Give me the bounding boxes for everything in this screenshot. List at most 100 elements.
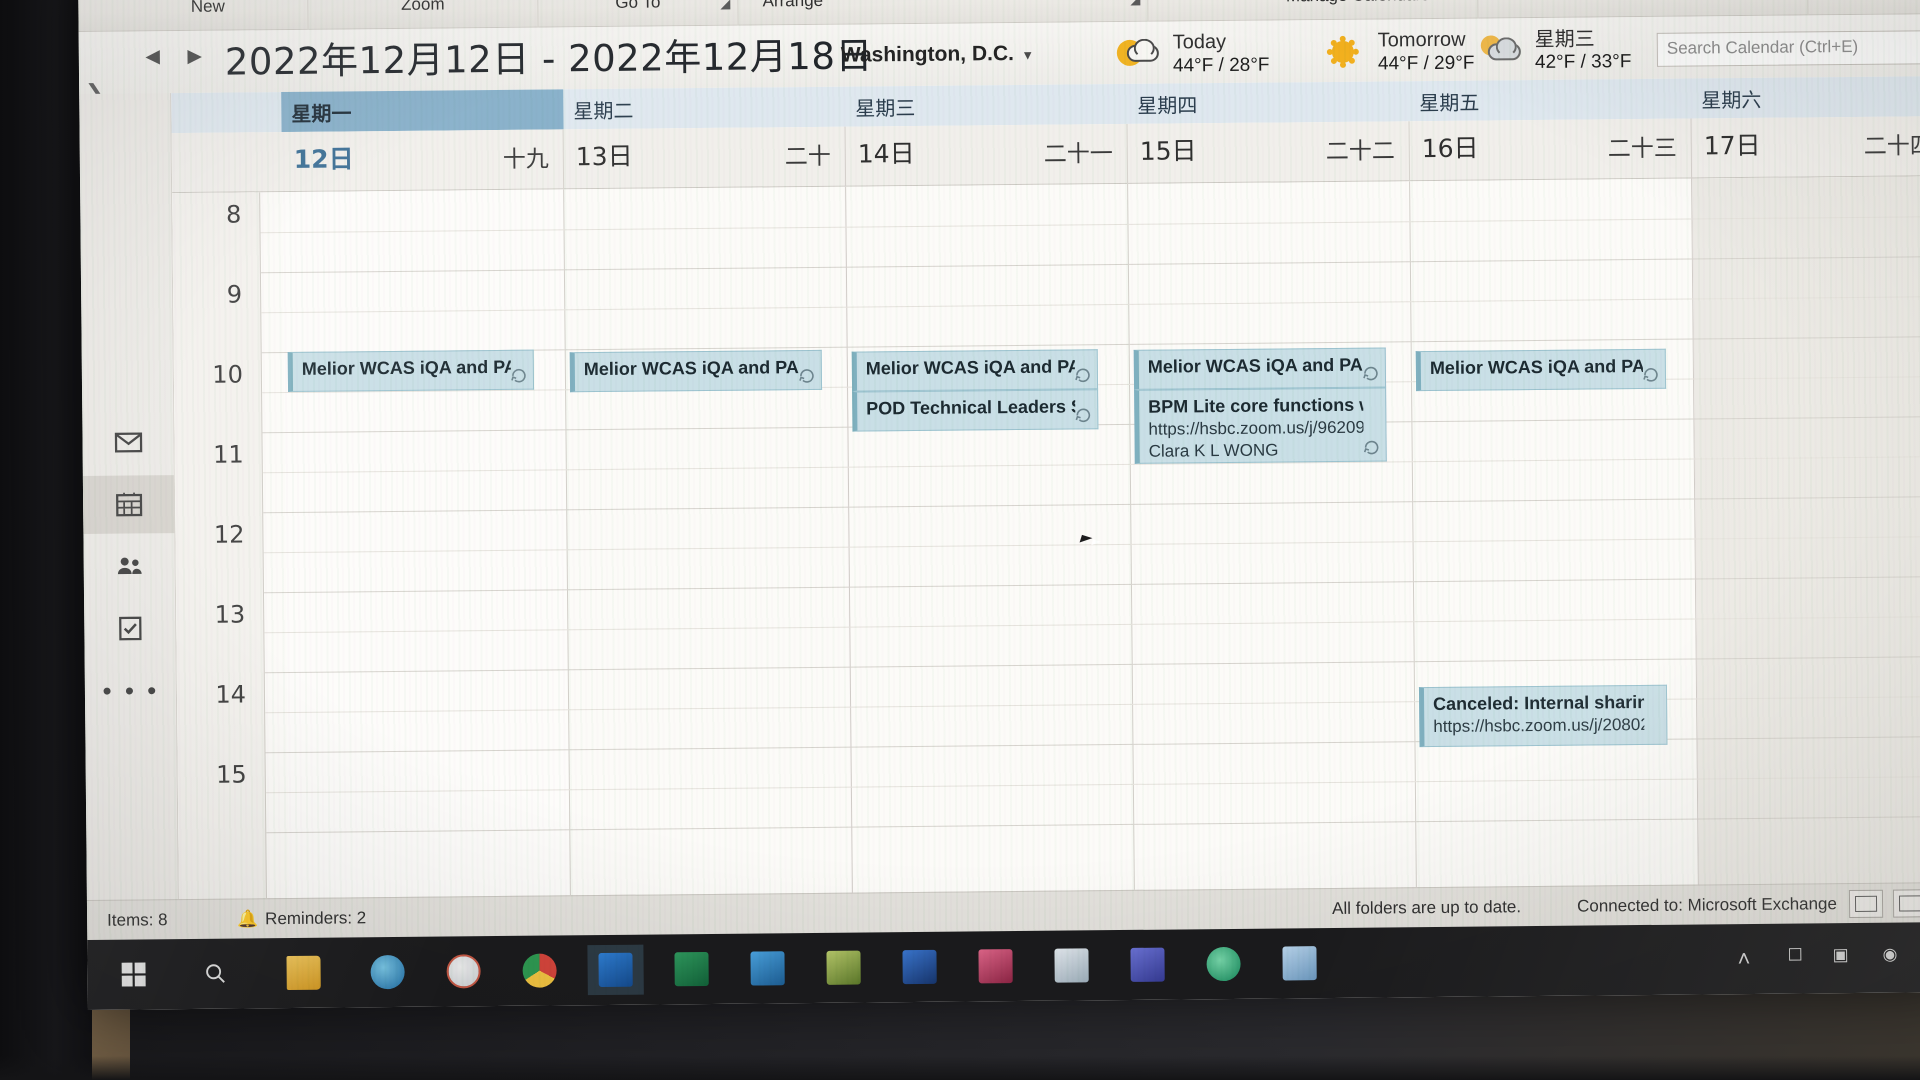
tray-volume-icon[interactable]: ◉: [1882, 945, 1897, 965]
ribbon-group-manage-calendars[interactable]: Calendar ▾ Groups ▾ Manage Calendars: [1237, 0, 1479, 21]
appointment-fri-melior[interactable]: Melior WCAS iQA and PAI: [1415, 348, 1667, 392]
recurring-icon: [1074, 406, 1092, 424]
recurring-icon: [1642, 366, 1660, 384]
sidebar-item-more[interactable]: • • •: [85, 661, 178, 720]
taskbar-app-book[interactable]: [1043, 940, 1099, 991]
weekday-label: 星期六: [1701, 87, 1762, 113]
sidebar-item-tasks[interactable]: [84, 599, 177, 658]
taskbar-app-vs-code[interactable]: [739, 943, 795, 994]
date-header-fri[interactable]: 16日 二十三: [1409, 118, 1693, 182]
appointment-wed-melior[interactable]: Melior WCAS iQA and PAI: [851, 349, 1099, 392]
tray-expand-icon[interactable]: ˄: [1737, 946, 1750, 972]
taskbar-app-messenger[interactable]: [359, 947, 415, 998]
windows-icon: [121, 962, 146, 987]
date-header-mon[interactable]: 12日 十九: [281, 129, 565, 193]
weekday-header-thu[interactable]: 星期四: [1127, 81, 1409, 124]
previous-week-button[interactable]: ◄: [141, 43, 165, 71]
start-button[interactable]: [105, 949, 161, 1000]
reading-view-button[interactable]: [1892, 889, 1920, 918]
taskbar-app-onedrive[interactable]: [1195, 939, 1251, 990]
appointment-tue-melior[interactable]: Melior WCAS iQA and PAI: [569, 349, 823, 393]
lunar-date: 二十二: [1325, 138, 1395, 166]
ribbon-group-zoom-label: Zoom: [401, 0, 445, 14]
time-grid[interactable]: 8 9 10 11 12 13 14 15 Melior WCAS iQA an…: [172, 176, 1920, 900]
taskbar-app-chrome[interactable]: [511, 945, 567, 996]
appointment-mon-melior[interactable]: Melior WCAS iQA and PA: [287, 349, 535, 393]
taskbar-app-outlook[interactable]: [587, 944, 644, 996]
taskbar-app-photos[interactable]: [1271, 938, 1327, 989]
weather-day3[interactable]: 星期三 42°F / 33°F: [1479, 25, 1632, 76]
weekday-header-mon[interactable]: 星期一: [281, 89, 564, 133]
search-icon: [206, 964, 225, 983]
taskbar-app-teams[interactable]: [1119, 940, 1175, 991]
ribbon-group-zoom[interactable]: Zoom: [307, 0, 539, 30]
date-range-title: 2022年12月12日 - 2022年12月18日: [224, 34, 874, 84]
screen-content: New Zoom Days Go To ◢ Week Arrange ◢ Vie…: [78, 0, 1920, 1010]
weather-tomorrow-day: Tomorrow: [1377, 28, 1466, 52]
tray-monitor-icon[interactable]: ▣: [1832, 945, 1848, 965]
appointment-title: Melior WCAS iQA and PAI: [1147, 354, 1363, 377]
weather-today[interactable]: Today 44°F / 28°F: [1116, 29, 1270, 80]
recurring-icon: [1074, 366, 1092, 384]
calendar-icon: [116, 492, 143, 517]
moon-cloud-icon: [1116, 33, 1163, 77]
partly-cloudy-icon: [1479, 29, 1525, 73]
module-rail: • • •: [79, 93, 179, 900]
sidebar-item-mail[interactable]: [82, 413, 175, 472]
taskbar-app-word[interactable]: [891, 942, 947, 993]
appointment-wed-pod[interactable]: POD Technical Leaders Sh: [852, 389, 1099, 432]
appointment-thu-bpm[interactable]: BPM Lite core functions wor https://hsbc…: [1134, 387, 1387, 464]
weather-tomorrow-temp: 44°F / 29°F: [1377, 52, 1475, 75]
appointment-fri-canceled[interactable]: Canceled: Internal sharing cı https://hs…: [1418, 684, 1668, 748]
weather-location[interactable]: Washington, D.C. ▾: [841, 42, 1032, 68]
appointment-link[interactable]: https://hsbc.zoom.us/j/962090: [1148, 416, 1363, 440]
ribbon-group-manage-calendars-label: Manage Calendars: [1238, 0, 1477, 7]
hour-label-13: 13: [214, 600, 246, 629]
arrange-dialog-launcher-icon[interactable]: ◢: [1130, 0, 1140, 8]
weekday-label: 星期三: [855, 95, 916, 121]
appointment-thu-melior[interactable]: Melior WCAS iQA and PAI: [1133, 347, 1387, 390]
weekday-header-sat[interactable]: 星期六: [1691, 76, 1920, 118]
date-number: 12日: [293, 144, 354, 174]
ribbon-group-find[interactable]: Find: [1808, 0, 1920, 15]
weather-day3-temp: 42°F / 33°F: [1534, 50, 1632, 73]
monitor-photo: New Zoom Days Go To ◢ Week Arrange ◢ Vie…: [0, 0, 1920, 1080]
date-number: 15日: [1139, 136, 1197, 166]
next-week-button[interactable]: ►: [183, 43, 207, 71]
weekday-label: 星期一: [291, 101, 352, 126]
ribbon-group-new[interactable]: New: [107, 0, 309, 32]
taskbar-app-ij[interactable]: [967, 941, 1023, 992]
weekday-header-wed[interactable]: 星期三: [845, 84, 1127, 127]
appointment-title: Melior WCAS iQA and PAI: [1429, 355, 1643, 379]
search-input[interactable]: Search Calendar (Ctrl+E): [1656, 30, 1920, 67]
sidebar-item-calendar[interactable]: [82, 475, 176, 534]
date-header-sat[interactable]: 17日 二十四: [1691, 116, 1920, 179]
ellipsis-icon: • • •: [102, 674, 160, 706]
taskbar-app-browser-compass[interactable]: [435, 946, 491, 997]
weather-tomorrow[interactable]: Tomorrow 44°F / 29°F: [1322, 27, 1475, 78]
taskbar-app-excel[interactable]: [663, 944, 719, 995]
lunar-date: 二十一: [1043, 141, 1113, 168]
tray-network-icon[interactable]: ☐: [1787, 945, 1802, 965]
taskbar-app-notes[interactable]: [815, 942, 871, 993]
date-header-wed[interactable]: 14日 二十一: [845, 123, 1129, 187]
date-header-tue[interactable]: 13日 二十: [563, 126, 847, 190]
appointment-link[interactable]: https://hsbc.zoom.us/j/208027: [1433, 713, 1644, 737]
ribbon-group-arrange-label: Arrange: [762, 0, 824, 11]
taskbar-app-file-explorer[interactable]: [275, 948, 331, 999]
hour-label-9: 9: [226, 280, 243, 309]
weather-location-caret-icon[interactable]: ▾: [1024, 47, 1032, 64]
envelope-icon: [114, 432, 143, 453]
recurring-icon: [798, 367, 816, 385]
appointment-title: Melior WCAS iQA and PA: [301, 356, 511, 379]
weekday-header-fri[interactable]: 星期五: [1409, 79, 1691, 122]
weekday-label: 星期二: [573, 98, 634, 124]
status-reminders[interactable]: Reminders: 2: [265, 908, 366, 929]
sidebar-item-people[interactable]: [83, 537, 176, 596]
normal-view-button[interactable]: [1848, 889, 1884, 919]
ribbon-group-view[interactable]: View: [1148, 0, 1239, 22]
taskbar-search-button[interactable]: [187, 948, 243, 999]
date-header-thu[interactable]: 15日 二十二: [1127, 121, 1411, 184]
weekday-header-tue[interactable]: 星期二: [563, 87, 845, 130]
weather-today-day: Today: [1172, 30, 1227, 54]
